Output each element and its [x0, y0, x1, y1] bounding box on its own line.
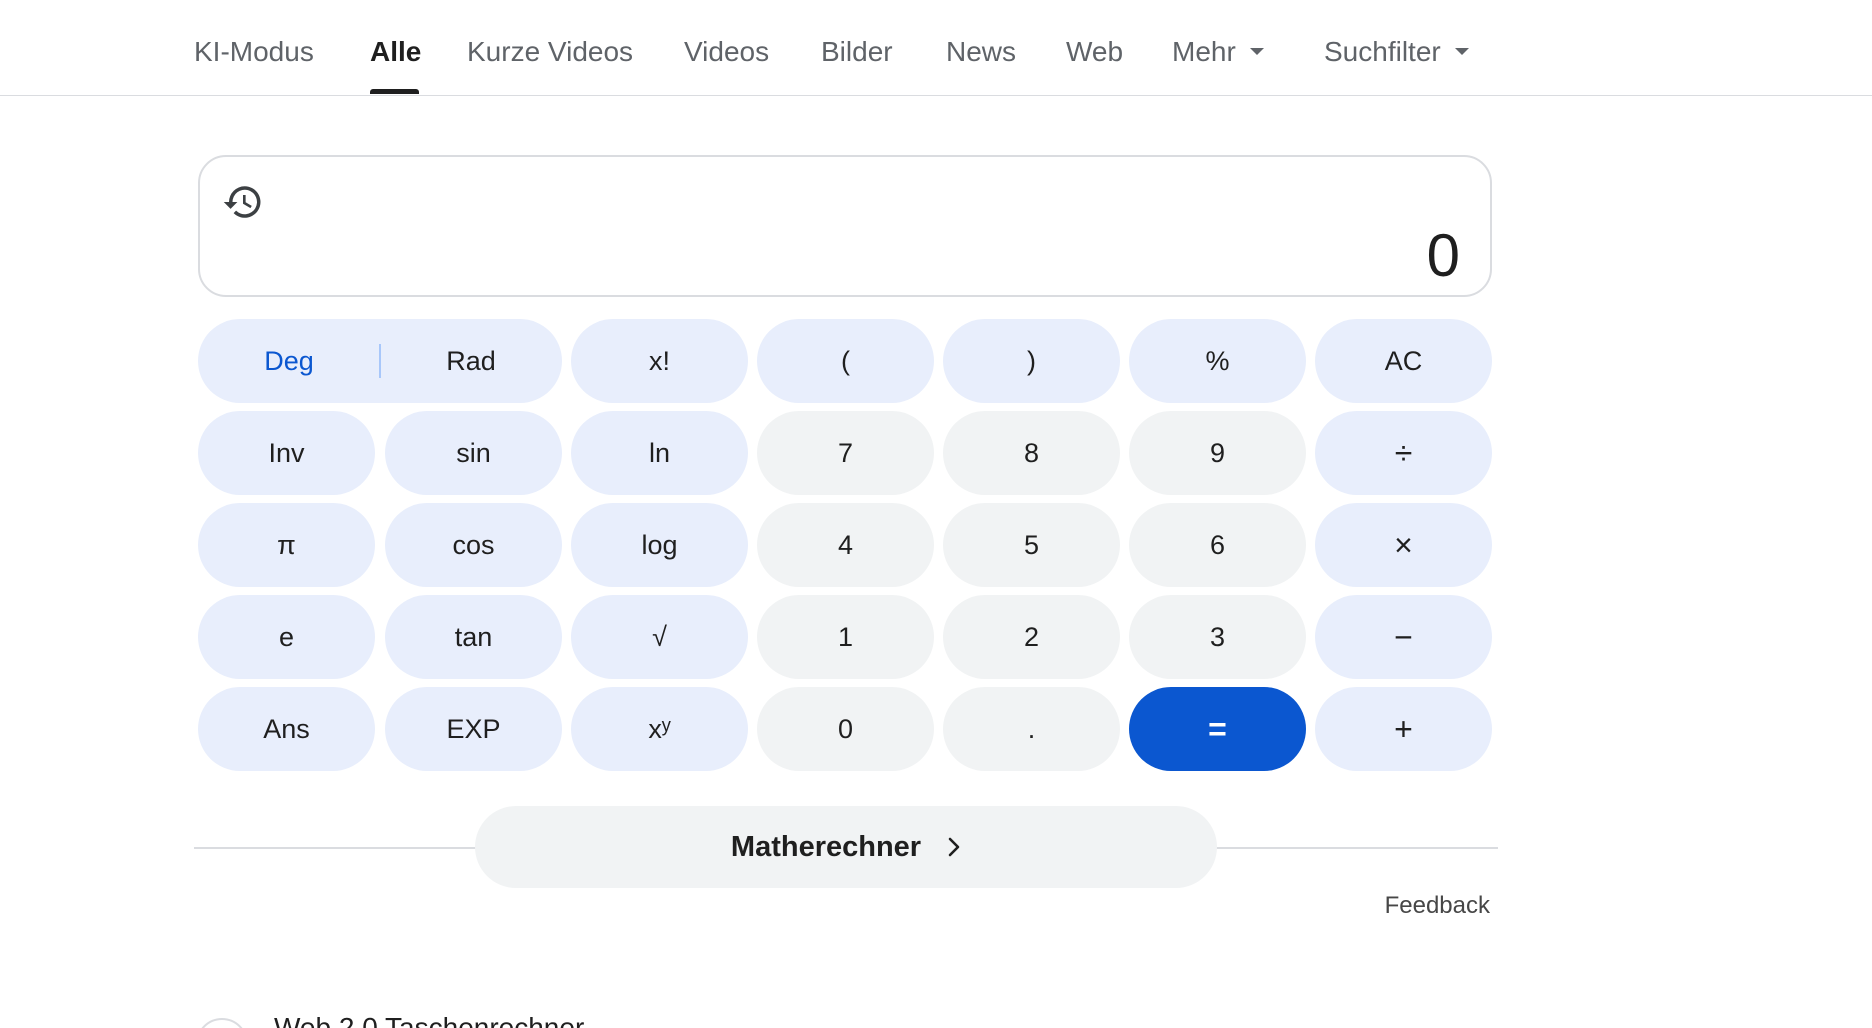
tab-videos[interactable]: Videos — [684, 34, 769, 70]
tab-mehr[interactable]: Mehr — [1172, 34, 1264, 70]
cos-button[interactable]: cos — [385, 503, 562, 587]
dropdown-arrow-icon — [1454, 48, 1469, 56]
log-button[interactable]: log — [571, 503, 748, 587]
digit-9-button[interactable]: 9 — [1129, 411, 1306, 495]
ln-button[interactable]: ln — [571, 411, 748, 495]
search-tabs-bar: KI-Modus Alle Kurze Videos Videos Bilder… — [0, 0, 1872, 96]
tab-ki-modus[interactable]: KI-Modus — [194, 34, 314, 70]
tab-web[interactable]: Web — [1066, 34, 1123, 70]
dropdown-arrow-icon — [1249, 48, 1264, 56]
digit-6-button[interactable]: 6 — [1129, 503, 1306, 587]
divide-button[interactable]: ÷ — [1315, 411, 1492, 495]
sin-button[interactable]: sin — [385, 411, 562, 495]
chevron-right-icon — [948, 837, 960, 857]
add-button[interactable]: + — [1315, 687, 1492, 771]
euler-button[interactable]: e — [198, 595, 375, 679]
history-icon[interactable] — [222, 181, 264, 223]
site-favicon — [196, 1018, 248, 1028]
math-solver-button[interactable]: Matherechner — [475, 806, 1217, 888]
angle-mode-toggle: Deg Rad — [198, 319, 562, 403]
suchfilter-label: Suchfilter — [1324, 36, 1441, 67]
divider-left — [194, 847, 484, 849]
factorial-button[interactable]: x! — [571, 319, 748, 403]
tab-alle[interactable]: Alle — [370, 34, 421, 70]
tab-news[interactable]: News — [946, 34, 1016, 70]
ans-button[interactable]: Ans — [198, 687, 375, 771]
digit-5-button[interactable]: 5 — [943, 503, 1120, 587]
digit-1-button[interactable]: 1 — [757, 595, 934, 679]
search-results-page: KI-Modus Alle Kurze Videos Videos Bilder… — [0, 0, 1872, 1028]
digit-2-button[interactable]: 2 — [943, 595, 1120, 679]
subtract-button[interactable]: − — [1315, 595, 1492, 679]
suchfilter-button[interactable]: Suchfilter — [1324, 34, 1469, 70]
calculator-display: 0 — [198, 155, 1492, 297]
equals-button[interactable]: = — [1129, 687, 1306, 771]
digit-0-button[interactable]: 0 — [757, 687, 934, 771]
tab-kurze-videos[interactable]: Kurze Videos — [467, 34, 633, 70]
power-button[interactable]: xʸ — [571, 687, 748, 771]
digit-8-button[interactable]: 8 — [943, 411, 1120, 495]
feedback-link[interactable]: Feedback — [1385, 892, 1490, 920]
rad-button[interactable]: Rad — [380, 319, 562, 403]
math-solver-label: Matherechner — [730, 830, 922, 863]
inverse-button[interactable]: Inv — [198, 411, 375, 495]
open-paren-button[interactable]: ( — [757, 319, 934, 403]
digit-4-button[interactable]: 4 — [757, 503, 934, 587]
multiply-button[interactable]: × — [1315, 503, 1492, 587]
close-paren-button[interactable]: ) — [943, 319, 1120, 403]
deg-button[interactable]: Deg — [198, 319, 380, 403]
percent-button[interactable]: % — [1129, 319, 1306, 403]
pi-button[interactable]: π — [198, 503, 375, 587]
decimal-point-button[interactable]: . — [943, 687, 1120, 771]
sqrt-button[interactable]: √ — [571, 595, 748, 679]
tab-bilder[interactable]: Bilder — [821, 34, 893, 70]
calculator-result: 0 — [1426, 222, 1460, 289]
tan-button[interactable]: tan — [385, 595, 562, 679]
divider-right — [1208, 847, 1498, 849]
exp-button[interactable]: EXP — [385, 687, 562, 771]
digit-3-button[interactable]: 3 — [1129, 595, 1306, 679]
all-clear-button[interactable]: AC — [1315, 319, 1492, 403]
tab-mehr-label: Mehr — [1172, 36, 1236, 67]
result-title[interactable]: Web 2.0 Taschenrechner — [274, 1012, 584, 1028]
active-tab-indicator — [370, 89, 419, 94]
digit-7-button[interactable]: 7 — [757, 411, 934, 495]
